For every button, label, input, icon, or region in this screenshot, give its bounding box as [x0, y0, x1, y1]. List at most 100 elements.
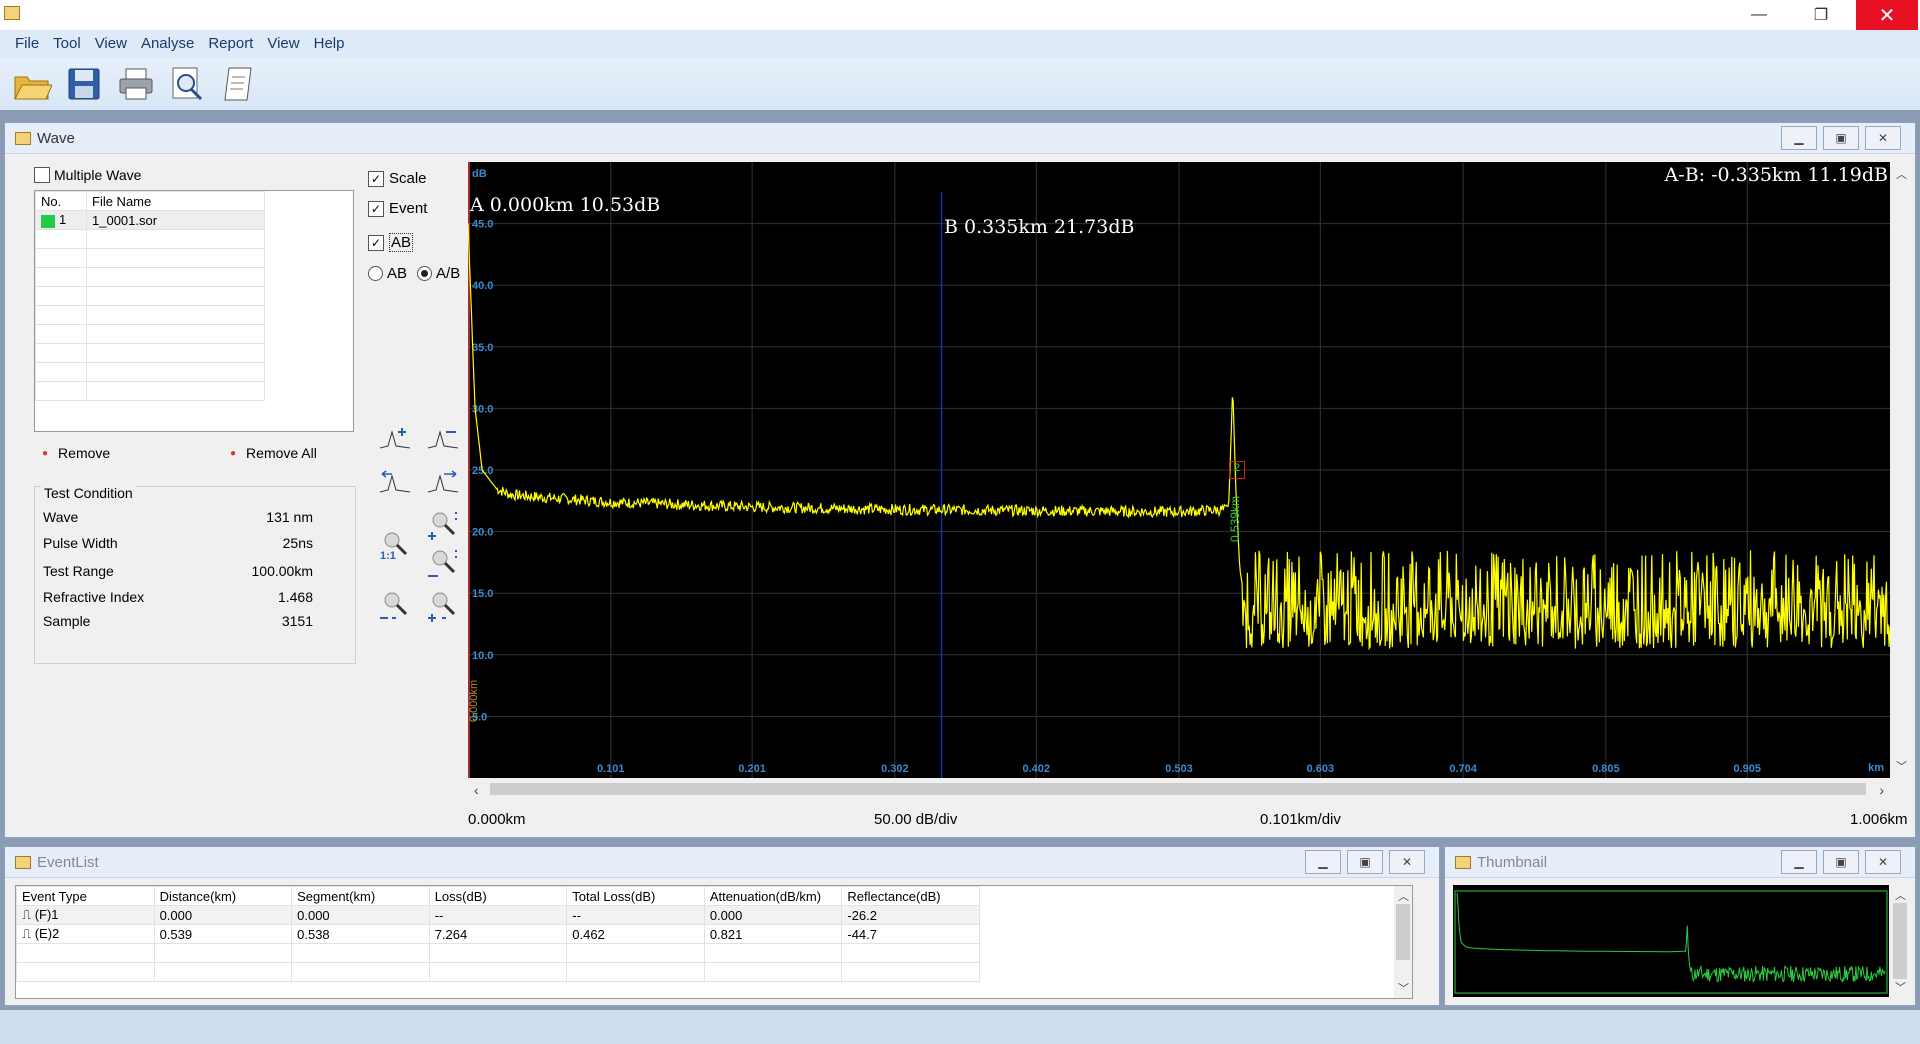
- vertical-zoom-in-icon[interactable]: [378, 424, 414, 457]
- thumbnail-title: Thumbnail: [1477, 853, 1548, 871]
- cursor-mode-radios: AB A/B: [368, 265, 460, 282]
- scroll-up-arrow-icon[interactable]: ︿: [1398, 888, 1409, 904]
- print-preview-icon[interactable]: [166, 64, 210, 104]
- scale-checkbox[interactable]: ✓ Scale: [368, 170, 427, 187]
- save-icon[interactable]: [62, 64, 106, 104]
- x-tick-label: 0.101: [597, 763, 625, 775]
- column-header: Reflectance(dB): [841, 886, 980, 906]
- wave-minimize-button[interactable]: ▁: [1781, 126, 1817, 150]
- condition-label: Sample: [43, 613, 91, 629]
- wave-restore-button[interactable]: ▣: [1823, 126, 1859, 150]
- x-start-label: 0.000km: [468, 811, 526, 828]
- x-tick-label: 0.805: [1592, 763, 1620, 775]
- condition-label: Wave: [43, 509, 79, 525]
- zoom-out-horizontal-icon[interactable]: [378, 588, 414, 627]
- loss-cell: --: [428, 905, 568, 925]
- report-icon[interactable]: [218, 64, 262, 104]
- condition-label: Pulse Width: [43, 535, 118, 551]
- wave-close-button[interactable]: ✕: [1865, 126, 1901, 150]
- menu-tool[interactable]: Tool: [46, 30, 88, 58]
- plot-horizontal-scrollbar[interactable]: ‹ ›: [468, 780, 1890, 798]
- remove-bullet-icon: ●: [42, 447, 49, 459]
- checkbox[interactable]: ✓: [368, 170, 384, 187]
- thumbnail-scrollbar[interactable]: ︿ ﹀: [1891, 885, 1909, 997]
- scale-label: Scale: [389, 170, 427, 187]
- remove-button[interactable]: ● Remove: [42, 445, 110, 461]
- plot-vertical-scrollbar[interactable]: ︿ ﹀: [1892, 162, 1910, 778]
- remove-all-button[interactable]: ● Remove All: [230, 445, 317, 461]
- event-2-marker[interactable]: 2: [1229, 461, 1245, 479]
- scroll-up-arrow-icon[interactable]: ︿: [1896, 166, 1907, 182]
- thumbnail-plot[interactable]: [1453, 885, 1889, 997]
- table-row: [35, 229, 265, 249]
- test-condition-group: Test Condition Wave 131 nm Pulse Width 25n…: [34, 485, 356, 664]
- scroll-down-arrow-icon[interactable]: ﹀: [1896, 758, 1907, 774]
- zoom-in-icon[interactable]: [426, 508, 462, 547]
- horizontal-zoom-in-icon[interactable]: [378, 468, 414, 501]
- radio-ab[interactable]: [368, 266, 383, 281]
- scroll-thumb[interactable]: [490, 783, 1866, 795]
- menu-view-2[interactable]: View: [260, 30, 306, 58]
- scroll-left-arrow-icon[interactable]: ‹: [474, 782, 479, 798]
- scroll-thumb[interactable]: [1396, 904, 1410, 960]
- loss-cell: 7.264: [428, 924, 568, 944]
- open-folder-icon[interactable]: [10, 64, 54, 104]
- checkbox[interactable]: [34, 167, 50, 183]
- zoom-in-horizontal-icon[interactable]: [426, 588, 462, 627]
- event-list-minimize-button[interactable]: ▁: [1305, 850, 1341, 874]
- minimize-button[interactable]: —: [1728, 0, 1790, 30]
- menu-report[interactable]: Report: [201, 30, 260, 58]
- otdr-trace-plot[interactable]: 0.101 0.201 0.302 0.402 0.503 0.603 0.704 0.805…: [468, 162, 1890, 778]
- remove-all-label: Remove All: [246, 445, 317, 461]
- x-tick-label: 0.905: [1733, 763, 1761, 775]
- total-loss-cell: --: [566, 905, 705, 925]
- column-header: Distance(km): [153, 886, 293, 906]
- event-list-scrollbar[interactable]: ︿ ﹀: [1394, 886, 1412, 998]
- event-list-window: EventList ▁ ▣ ✕ Event Type Distance(km) …: [4, 846, 1440, 1006]
- table-row: [16, 943, 980, 963]
- table-row[interactable]: ⎍ (F)1 0.000 0.000 -- -- 0.000 -26.2: [16, 905, 980, 925]
- condition-value: 131 nm: [266, 509, 313, 525]
- zoom-out-icon[interactable]: [426, 546, 462, 585]
- menu-analyse[interactable]: Analyse: [134, 30, 201, 58]
- y-tick-label: 35.0: [472, 342, 493, 354]
- scroll-right-arrow-icon[interactable]: ›: [1879, 782, 1884, 798]
- reflectance-cell: -26.2: [841, 905, 980, 925]
- attenuation-cell: 0.821: [703, 924, 843, 944]
- thumbnail-trace: [1456, 892, 1886, 984]
- thumbnail-minimize-button[interactable]: ▁: [1781, 850, 1817, 874]
- radio-a-over-b[interactable]: [417, 266, 433, 281]
- table-row[interactable]: 1 1_0001.sor: [35, 210, 265, 230]
- menu-view[interactable]: View: [88, 30, 134, 58]
- vertical-zoom-out-icon[interactable]: [426, 424, 462, 457]
- checkbox[interactable]: ✓: [368, 200, 384, 217]
- start-distance-marker: 0.000km: [468, 679, 480, 722]
- table-row: [35, 248, 265, 268]
- checkbox[interactable]: ✓: [368, 234, 384, 251]
- event-list-restore-button[interactable]: ▣: [1347, 850, 1383, 874]
- multiple-wave-checkbox[interactable]: Multiple Wave: [34, 167, 141, 183]
- table-row[interactable]: ⎍ (E)2 0.539 0.538 7.264 0.462 0.821 -44…: [16, 924, 980, 944]
- menu-file[interactable]: File: [8, 30, 46, 58]
- y-tick-label: 45.0: [472, 219, 493, 231]
- event-checkbox[interactable]: ✓ Event: [368, 200, 427, 217]
- zoom-reset-icon[interactable]: 1:1: [378, 528, 414, 567]
- window-icon: [1455, 855, 1471, 869]
- segment-cell: 0.538: [291, 924, 430, 944]
- scroll-down-arrow-icon[interactable]: ﹀: [1895, 979, 1906, 995]
- close-button[interactable]: ✕: [1856, 0, 1918, 30]
- thumbnail-window: Thumbnail ▁ ▣ ✕ ︿ ﹀: [1444, 846, 1916, 1006]
- horizontal-zoom-out-icon[interactable]: [426, 468, 462, 501]
- wave-window-titlebar: Wave ▁ ▣ ✕: [5, 123, 1915, 154]
- print-icon[interactable]: [114, 64, 158, 104]
- thumbnail-close-button[interactable]: ✕: [1865, 850, 1901, 874]
- restore-button[interactable]: ❐: [1790, 0, 1852, 30]
- ab-checkbox[interactable]: ✓ AB: [368, 233, 414, 252]
- cursor-a-readout: A 0.000km 10.53dB: [470, 194, 661, 216]
- menu-help[interactable]: Help: [307, 30, 352, 58]
- thumbnail-restore-button[interactable]: ▣: [1823, 850, 1859, 874]
- scroll-down-arrow-icon[interactable]: ﹀: [1398, 980, 1409, 996]
- event-list-close-button[interactable]: ✕: [1389, 850, 1425, 874]
- scroll-up-arrow-icon[interactable]: ︿: [1895, 887, 1906, 903]
- scroll-thumb[interactable]: [1893, 903, 1907, 979]
